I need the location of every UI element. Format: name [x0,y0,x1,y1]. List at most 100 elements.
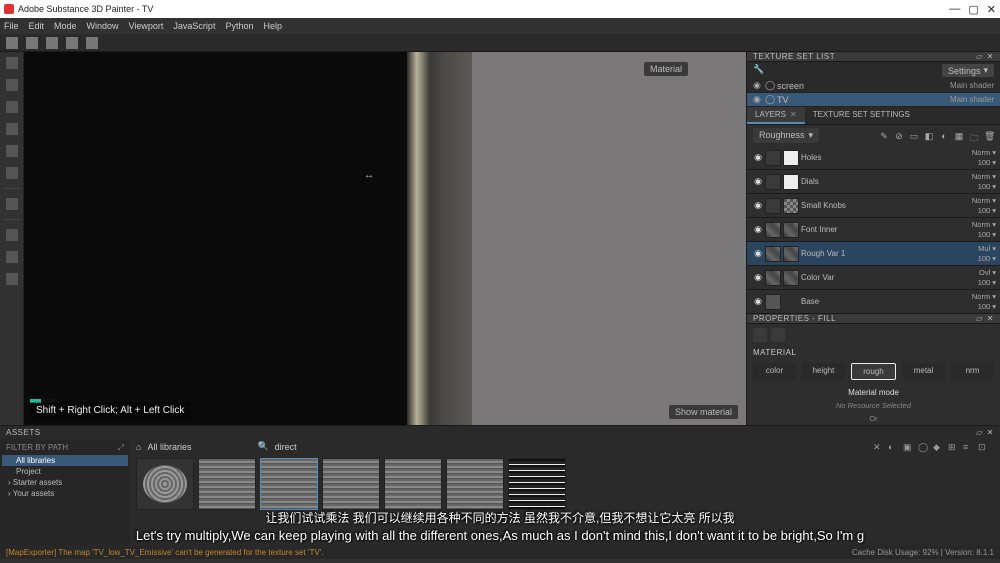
menu-javascript[interactable]: JavaScript [173,21,215,31]
chevron-down-icon[interactable]: ▾ [992,230,996,239]
menu-python[interactable]: Python [225,21,253,31]
minimize-button[interactable]: — [949,3,960,15]
channel-rough[interactable]: rough [851,363,896,380]
layer-font-inner[interactable]: ◉ Font Inner Norm▾100▾ [747,218,1000,242]
channel-selector[interactable]: Roughness▾ [753,128,819,143]
material-mode-dropdown[interactable]: Material [644,62,688,76]
toolbar-refresh-icon[interactable] [86,37,98,49]
layer-small-knobs[interactable]: ◉ Small Knobs Norm▾100▾ [747,194,1000,218]
delete-icon[interactable]: 🗑 [984,131,994,141]
channel-nrm[interactable]: nrm [951,363,994,380]
maximize-button[interactable]: ▢ [968,3,978,16]
layer-thumb[interactable] [765,246,781,262]
layer-thumb[interactable] [765,294,781,310]
chevron-down-icon[interactable]: ▾ [992,254,996,263]
toolbar-grid-icon[interactable] [6,37,18,49]
asset-thumb[interactable] [136,458,194,510]
menu-edit[interactable]: Edit [29,21,45,31]
add-layer-icon[interactable]: ▦ [954,131,964,141]
filter-icon-1[interactable]: ◐ [888,442,898,452]
menu-file[interactable]: File [4,21,19,31]
effects-icon[interactable]: ⊘ [894,131,904,141]
eraser-tool[interactable] [5,78,19,92]
collapse-icon[interactable]: ⤢ [118,443,124,453]
layer-thumb[interactable] [765,270,781,286]
visibility-icon[interactable]: ◉ [751,200,765,211]
panel-undock-icon[interactable]: ▱ [976,428,983,437]
chevron-down-icon[interactable]: ▾ [992,268,996,277]
chevron-down-icon[interactable]: ▾ [992,158,996,167]
tab-texture-set-settings[interactable]: TEXTURE SET SETTINGS [805,107,918,124]
smudge-tool[interactable] [5,144,19,158]
filter-icon-2[interactable]: ▣ [903,442,913,452]
asset-thumb[interactable] [322,458,380,510]
mask-thumb[interactable] [783,222,799,238]
chevron-down-icon[interactable]: ▾ [992,220,996,229]
panel-close-icon[interactable]: ✕ [987,52,994,61]
asset-thumb[interactable] [198,458,256,510]
mask-thumb[interactable] [783,174,799,190]
layer-rough-var-1[interactable]: ◉ Rough Var 1 Mul▾100▾ [747,242,1000,266]
asset-thumb[interactable] [446,458,504,510]
fill-tool[interactable] [5,122,19,136]
mask-thumb[interactable] [783,246,799,262]
asset-thumb[interactable] [384,458,442,510]
texture-set-item-tv[interactable]: ◉ ◯ TV Main shader [747,93,1000,107]
folder-icon[interactable]: 🗀 [969,131,979,141]
visibility-icon[interactable]: ◉ [751,248,765,259]
adjust-icon[interactable]: ◐ [939,131,949,141]
visibility-icon[interactable]: ◉ [751,272,765,283]
layer-tool[interactable] [5,250,19,264]
menu-viewport[interactable]: Viewport [129,21,164,31]
close-button[interactable]: ✕ [987,3,996,16]
texture-set-item-screen[interactable]: ◉ ◯ screen Main shader [747,79,1000,93]
chevron-down-icon[interactable]: ▾ [992,196,996,205]
layer-thumb[interactable] [765,222,781,238]
toolbar-layout-icon[interactable] [26,37,38,49]
assets-search-input[interactable] [275,442,355,452]
close-icon[interactable]: ✕ [790,110,797,119]
layer-holes[interactable]: ◉ Holes Norm▾100▾ [747,146,1000,170]
chevron-down-icon[interactable]: ▾ [992,302,996,311]
visibility-icon[interactable]: ◉ [751,176,765,187]
channel-metal[interactable]: metal [902,363,945,380]
visibility-icon[interactable]: ◉ [751,224,765,235]
visibility-icon[interactable]: ◉ [751,296,765,307]
material-mode-value[interactable]: No Resource Selected [753,401,994,410]
chevron-down-icon[interactable]: ▾ [992,148,996,157]
assets-breadcrumb[interactable]: All libraries [147,442,191,452]
filter-project[interactable]: Project [2,466,128,477]
panel-undock-icon[interactable]: ▱ [976,52,983,61]
chevron-down-icon[interactable]: ▾ [992,292,996,301]
view-grid-icon[interactable]: ⊡ [978,442,988,452]
folder-thumb[interactable] [765,150,781,166]
tool-icon[interactable]: 🔧 [753,64,764,77]
layer-dials[interactable]: ◉ Dials Norm▾100▾ [747,170,1000,194]
wand-icon[interactable]: ✎ [879,131,889,141]
mask-thumb[interactable] [783,198,799,214]
folder-thumb[interactable] [765,198,781,214]
chevron-down-icon[interactable]: ▾ [992,182,996,191]
brush-tool[interactable] [5,56,19,70]
panel-undock-icon[interactable]: ▱ [976,314,983,323]
view-list-icon[interactable]: ≡ [963,442,973,452]
chevron-down-icon[interactable]: ▾ [992,244,996,253]
layer-base[interactable]: ◉ Base Norm▾100▾ [747,290,1000,314]
filter-starter-assets[interactable]: › Starter assets [2,477,128,488]
menu-window[interactable]: Window [87,21,119,31]
filter-icon-4[interactable]: ◆ [933,442,943,452]
filter-icon-5[interactable]: ⊞ [948,442,958,452]
filter-all-libraries[interactable]: All libraries [2,455,128,466]
visibility-icon[interactable]: ◉ [751,152,765,163]
bucket-icon[interactable]: ◧ [924,131,934,141]
channel-color[interactable]: color [753,363,796,380]
projection-mode-icon[interactable] [771,328,785,342]
home-icon[interactable]: ⌂ [136,442,141,452]
asset-thumb[interactable] [508,458,566,510]
clear-icon[interactable]: ✕ [873,442,883,452]
visibility-icon[interactable]: ◉ [753,94,765,105]
chevron-down-icon[interactable]: ▾ [992,206,996,215]
mask-icon[interactable]: ▭ [909,131,919,141]
toolbar-perspective-icon[interactable] [66,37,78,49]
clone-tool[interactable] [5,166,19,180]
